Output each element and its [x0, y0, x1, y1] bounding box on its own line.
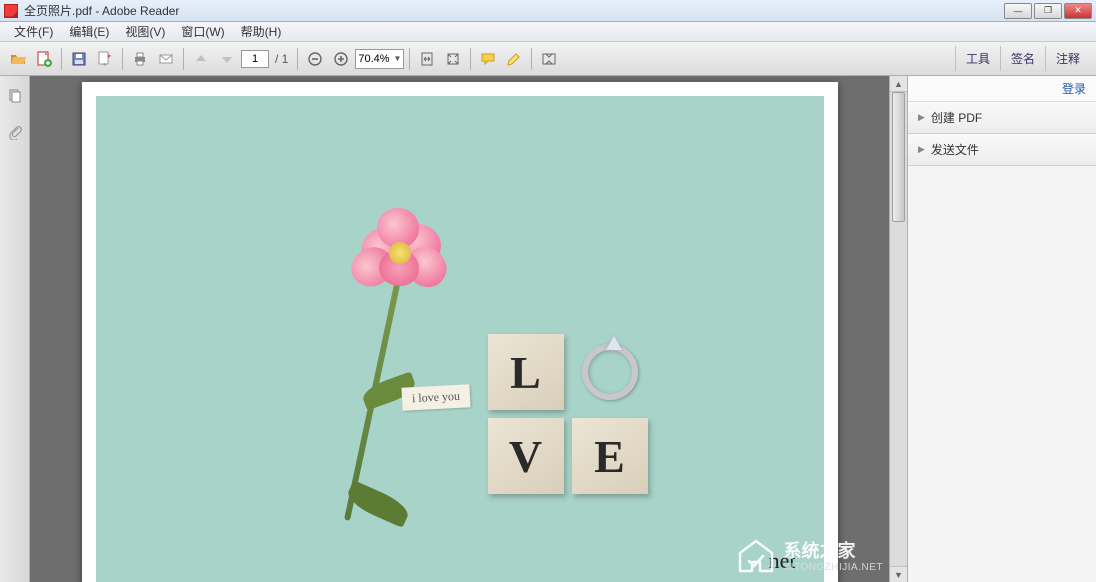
tile-letter-e: E: [572, 418, 648, 494]
scroll-up-icon[interactable]: ▲: [890, 76, 907, 92]
love-tag: i love you: [401, 384, 470, 411]
corner-text: net: [769, 548, 796, 574]
panel-item-label: 创建 PDF: [931, 109, 982, 126]
save-icon[interactable]: [67, 47, 91, 71]
scroll-thumb[interactable]: [892, 92, 905, 222]
convert-icon[interactable]: [93, 47, 117, 71]
window-title: 全页照片.pdf - Adobe Reader: [24, 2, 1004, 19]
panel-item-create-pdf[interactable]: ▶ 创建 PDF: [908, 102, 1096, 134]
app-icon: [4, 4, 18, 18]
page-down-icon[interactable]: [215, 47, 239, 71]
menu-window[interactable]: 窗口(W): [173, 21, 232, 42]
login-link[interactable]: 登录: [908, 76, 1096, 102]
ring-as-o: [572, 334, 648, 410]
vertical-scrollbar[interactable]: ▲ ▼: [889, 76, 907, 582]
window-controls: — ❐ ✕: [1004, 3, 1092, 19]
open-icon[interactable]: [6, 47, 30, 71]
thumbnails-icon[interactable]: [5, 86, 25, 106]
menu-file[interactable]: 文件(F): [6, 21, 61, 42]
panel-item-label: 发送文件: [931, 141, 979, 158]
window-titlebar: 全页照片.pdf - Adobe Reader — ❐ ✕: [0, 0, 1096, 22]
main-area: i love you L V E net 系统之家 XITONGZHIJIA.N…: [0, 76, 1096, 582]
close-button[interactable]: ✕: [1064, 3, 1092, 19]
comment-bubble-icon[interactable]: [476, 47, 500, 71]
attachments-icon[interactable]: [5, 122, 25, 142]
read-mode-icon[interactable]: [537, 47, 561, 71]
zoom-value-label: 70.4%: [358, 53, 389, 65]
zoom-out-icon[interactable]: [303, 47, 327, 71]
pdf-page: i love you L V E net: [82, 82, 838, 582]
email-icon[interactable]: [154, 47, 178, 71]
menu-help[interactable]: 帮助(H): [233, 21, 290, 42]
highlight-icon[interactable]: [502, 47, 526, 71]
chevron-right-icon: ▶: [918, 144, 925, 155]
minimize-button[interactable]: —: [1004, 3, 1032, 19]
zoom-in-icon[interactable]: [329, 47, 353, 71]
sign-link[interactable]: 签名: [1000, 46, 1045, 71]
page-total-label: / 1: [271, 52, 292, 66]
print-icon[interactable]: [128, 47, 152, 71]
panel-item-send-file[interactable]: ▶ 发送文件: [908, 134, 1096, 166]
fit-page-icon[interactable]: [441, 47, 465, 71]
fit-width-icon[interactable]: [415, 47, 439, 71]
tools-link[interactable]: 工具: [955, 46, 1000, 71]
toolbar: / 1 70.4% ▼ 工具 签名 注释: [0, 42, 1096, 76]
scroll-down-icon[interactable]: ▼: [890, 566, 907, 582]
photo-content: i love you L V E net: [96, 96, 824, 582]
tools-panel: 登录 ▶ 创建 PDF ▶ 发送文件: [907, 76, 1096, 582]
menu-bar: 文件(F) 编辑(E) 视图(V) 窗口(W) 帮助(H): [0, 22, 1096, 42]
flower-leaf: [343, 480, 411, 528]
chevron-right-icon: ▶: [918, 112, 925, 123]
create-pdf-icon[interactable]: [32, 47, 56, 71]
menu-view[interactable]: 视图(V): [117, 21, 173, 42]
tile-letter-l: L: [488, 334, 564, 410]
chevron-down-icon: ▼: [394, 54, 402, 63]
page-number-input[interactable]: [241, 50, 269, 68]
zoom-level-select[interactable]: 70.4% ▼: [355, 49, 404, 69]
navigation-pane: [0, 76, 30, 582]
menu-edit[interactable]: 编辑(E): [61, 21, 117, 42]
tile-letter-v: V: [488, 418, 564, 494]
page-up-icon[interactable]: [189, 47, 213, 71]
document-viewport[interactable]: i love you L V E net 系统之家 XITONGZHIJIA.N…: [30, 76, 889, 582]
flower-bloom: [351, 206, 451, 296]
maximize-button[interactable]: ❐: [1034, 3, 1062, 19]
comment-link[interactable]: 注释: [1045, 46, 1090, 71]
